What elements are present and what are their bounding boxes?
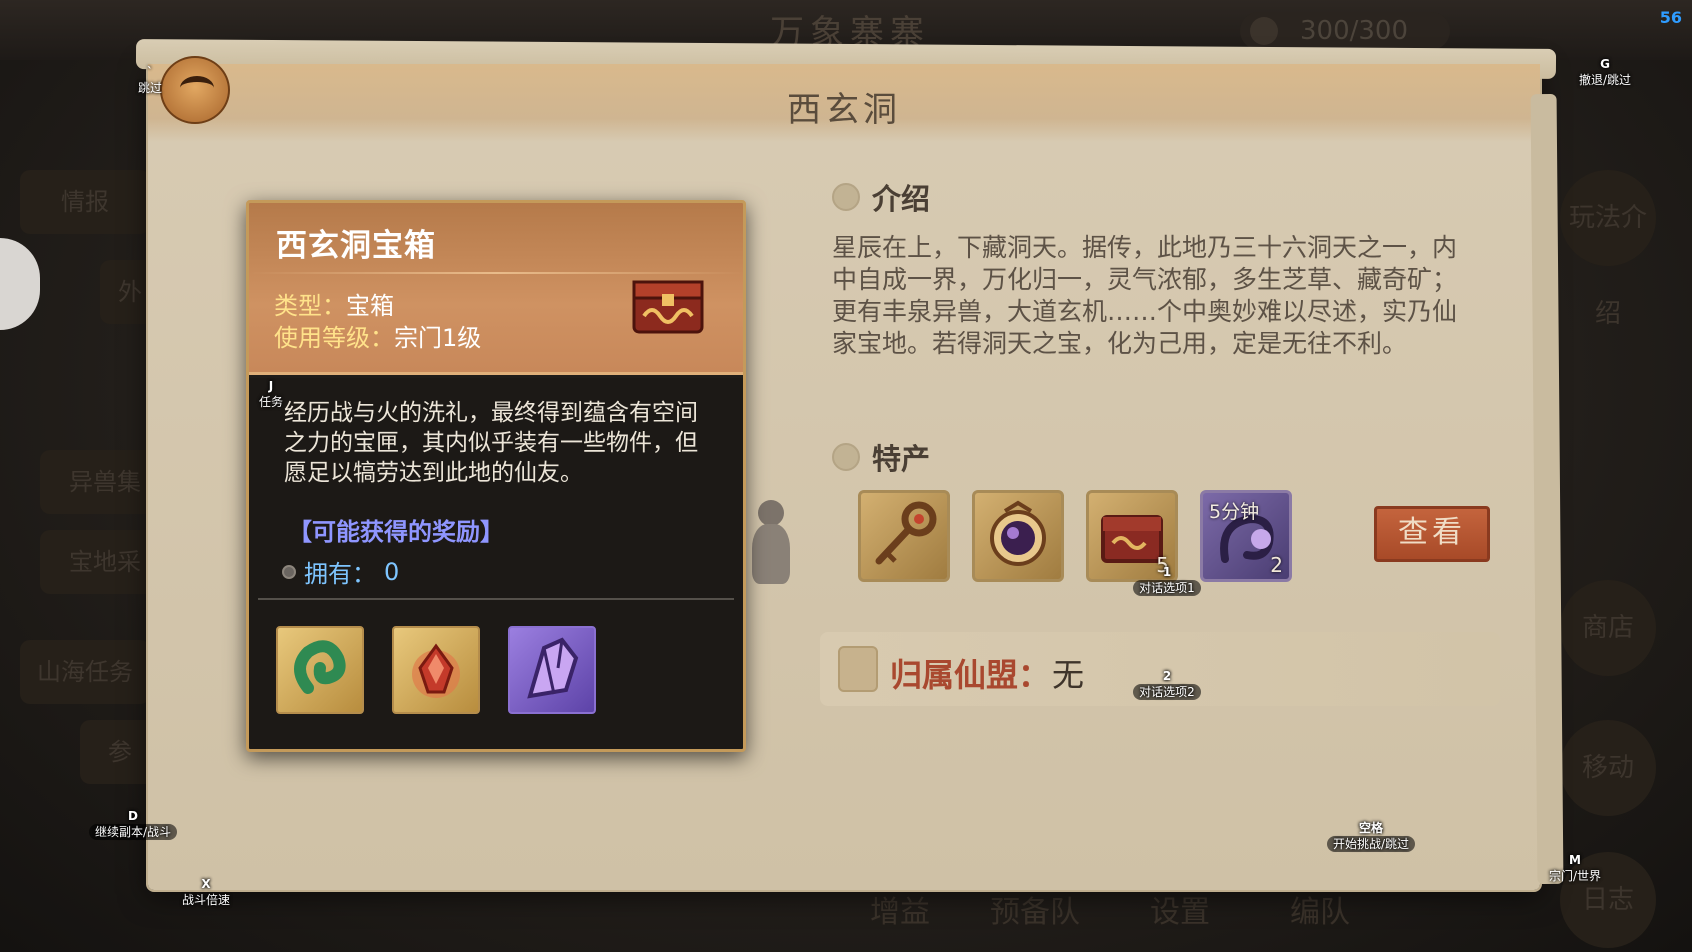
fps-counter: 56 xyxy=(1659,8,1682,27)
right-button-move[interactable]: 移动 xyxy=(1560,720,1656,816)
hint-key: 2 xyxy=(1162,669,1172,683)
dialog-title: 西玄洞 xyxy=(787,90,901,130)
intro-text: 星辰在上，下藏洞天。据传，此地乃三十六洞天之一，内中自成一界，万化归一，灵气浓郁… xyxy=(832,233,1458,358)
bird-icon xyxy=(180,76,214,100)
hint-label: 宗门/世界 xyxy=(1548,869,1602,883)
item-level-key: 使用等级： xyxy=(274,324,394,352)
hint-task: J 任务 xyxy=(256,378,286,410)
intro-heading: 介绍 xyxy=(832,176,930,218)
item-level-value: 宗门1级 xyxy=(394,324,482,352)
product-swirl[interactable]: 5分钟 2 xyxy=(1200,490,1292,582)
hint-label: 对话选项2 xyxy=(1133,684,1201,700)
right-button-shop[interactable]: 商店 xyxy=(1560,580,1656,676)
intro-bullet-icon xyxy=(832,183,860,211)
bottom-button-reserve[interactable]: 预备队 xyxy=(990,888,1080,938)
products-list: 5 5分钟 2 xyxy=(858,490,1292,582)
hint-speed: X 战斗倍速 xyxy=(176,876,236,908)
hint-key: M xyxy=(1569,853,1581,867)
reward-list xyxy=(276,626,596,714)
bottom-button-buff[interactable]: 增益 xyxy=(870,888,930,938)
hint-label: 对话选项1 xyxy=(1133,580,1201,596)
hint-key: 空格 xyxy=(1358,821,1383,835)
owned-label: 拥有： xyxy=(304,560,376,588)
item-level-row: 使用等级：宗门1级 xyxy=(274,318,481,353)
hint-label: 开始挑战/跳过 xyxy=(1326,836,1416,852)
owned-count-row: 拥有： 0 xyxy=(282,554,399,589)
hint-retreat: G 撤退/跳过 xyxy=(1570,56,1640,88)
hint-key: G xyxy=(1600,57,1610,71)
owned-value: 0 xyxy=(384,557,400,586)
tooltip-separator xyxy=(258,598,734,600)
bottom-button-formation[interactable]: 编队 xyxy=(1290,888,1350,938)
fire-gem-icon xyxy=(412,643,460,698)
hint-label: 撤退/跳过 xyxy=(1578,73,1632,87)
stamina-value: 300/300 xyxy=(1300,16,1409,46)
item-type-key: 类型： xyxy=(274,292,346,320)
hint-key: 1 xyxy=(1162,565,1172,579)
key-icon xyxy=(875,501,937,565)
products-bullet-icon xyxy=(832,443,860,471)
products-heading: 特产 xyxy=(832,436,930,478)
item-type-value: 宝箱 xyxy=(346,292,394,320)
hint-key: ` xyxy=(147,65,153,79)
product-key[interactable] xyxy=(858,490,950,582)
left-menu: 情报 外 异兽集 宝地采 山海任务 参 xyxy=(20,120,170,900)
hint-label: 战斗倍速 xyxy=(181,893,230,907)
hint-label: 跳过 xyxy=(137,81,162,95)
hint-continue: D 继续副本/战斗 xyxy=(88,808,178,840)
right-button-guide[interactable]: 玩法介绍 xyxy=(1560,170,1656,329)
hint-skip: ` 跳过 xyxy=(130,64,170,96)
alliance-label: 归属仙盟： xyxy=(890,656,1051,694)
item-name: 西玄洞宝箱 xyxy=(276,228,436,264)
currency-icon xyxy=(282,564,296,579)
hint-space: 空格 开始挑战/跳过 xyxy=(1324,820,1418,852)
view-button[interactable]: 查看 xyxy=(1374,506,1490,562)
hint-key: X xyxy=(201,877,211,891)
hint-world: M 宗门/世界 xyxy=(1540,852,1610,884)
products-heading-label: 特产 xyxy=(872,442,931,476)
jade-pendant-icon xyxy=(294,640,346,694)
alliance-value: 无 xyxy=(1052,656,1085,694)
reward-item[interactable] xyxy=(392,626,480,714)
hint-label: 继续副本/战斗 xyxy=(88,824,178,840)
item-description: 经历战与火的洗礼，最终得到蕴含有空间之力的宝匣，其内似乎装有一些物件，但愿足以犒… xyxy=(284,400,698,486)
reward-item[interactable] xyxy=(508,626,596,714)
product-count: 2 xyxy=(1270,553,1283,577)
treasure-chest-icon xyxy=(632,280,704,334)
bottom-button-settings[interactable]: 设置 xyxy=(1150,888,1210,938)
product-orb[interactable] xyxy=(972,490,1064,582)
purple-crystal-icon xyxy=(527,637,579,699)
stamina-icon xyxy=(1250,17,1278,45)
rewards-title: 【可能获得的奖励】 xyxy=(288,518,504,546)
product-timer: 5分钟 xyxy=(1209,501,1260,523)
hint-option1: 1 对话选项1 xyxy=(1130,564,1204,596)
intro-heading-label: 介绍 xyxy=(872,182,931,216)
item-type-row: 类型：宝箱 xyxy=(274,286,394,321)
hint-label: 任务 xyxy=(258,395,283,409)
decorative-figure xyxy=(748,500,794,590)
lantern-icon xyxy=(838,646,878,692)
stamina-counter: 300/300 xyxy=(1240,12,1450,50)
left-button-info[interactable]: 情报 xyxy=(20,170,150,234)
hint-key: J xyxy=(268,379,274,393)
reward-item[interactable] xyxy=(276,626,364,714)
skip-button[interactable] xyxy=(160,56,230,124)
left-button-quests[interactable]: 山海任务 xyxy=(20,640,150,704)
orb-icon xyxy=(990,500,1046,566)
hint-key: D xyxy=(128,809,138,823)
hint-option2: 2 对话选项2 xyxy=(1130,668,1204,700)
